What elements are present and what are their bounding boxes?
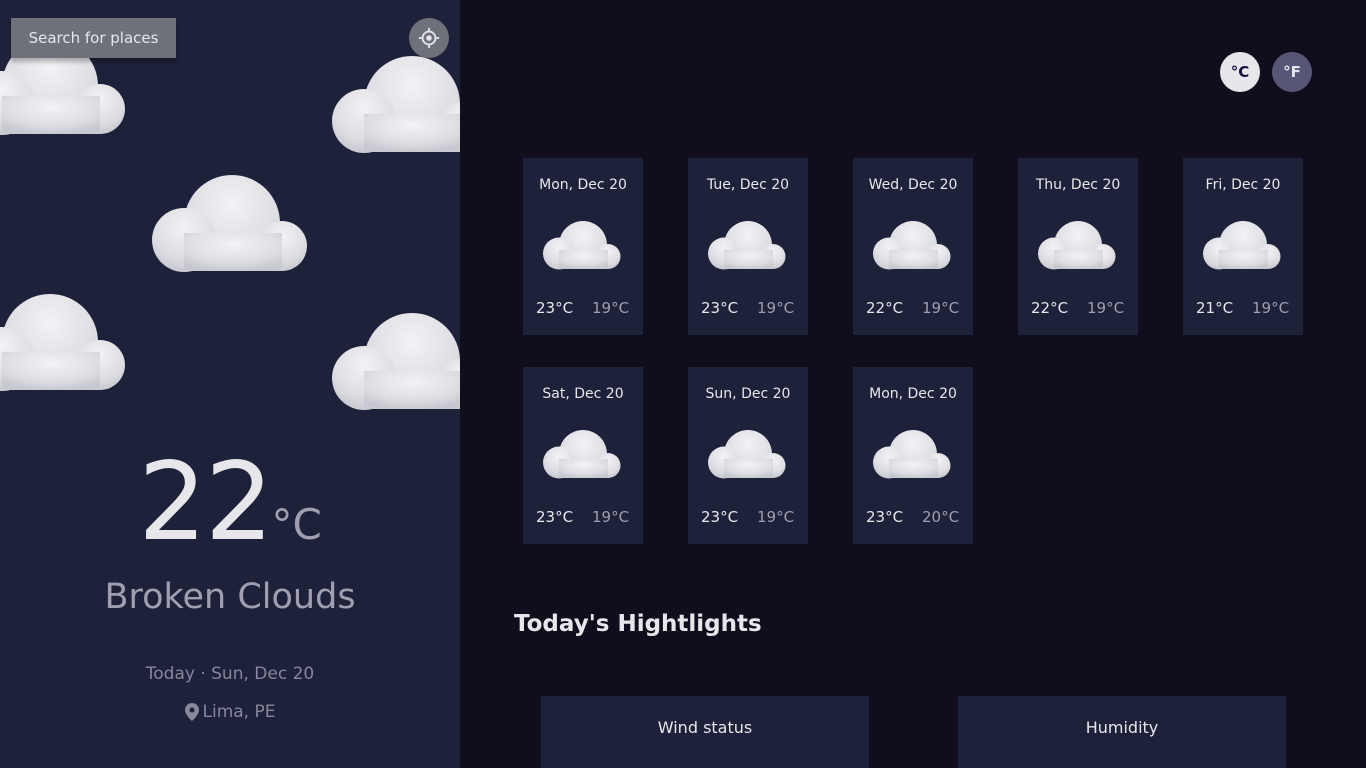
wind-status-label: Wind status	[657, 718, 753, 737]
forecast-day: Fri, Dec 20	[1205, 177, 1281, 193]
crosshair-icon[interactable]	[409, 18, 449, 58]
forecast-max-temp: 23°C	[536, 508, 574, 526]
forecast-card: Sat, Dec 20 23°C 19°C	[523, 367, 643, 544]
forecast-max-temp: 22°C	[866, 299, 904, 317]
humidity-card: Humidity	[958, 696, 1286, 768]
cloud-icon	[873, 429, 953, 479]
forecast-min-temp: 19°C	[592, 508, 630, 526]
forecast-max-temp: 23°C	[701, 508, 739, 526]
cloud-icon	[1203, 220, 1283, 270]
current-temperature: 22°C	[0, 440, 460, 565]
temperature-value: 22	[138, 440, 273, 565]
forecast-card: Thu, Dec 20 22°C 19°C	[1018, 158, 1138, 335]
location: Lima, PE	[0, 702, 460, 722]
fahrenheit-toggle[interactable]: °F	[1272, 52, 1312, 92]
humidity-label: Humidity	[1085, 718, 1159, 737]
cloud-icon	[1038, 220, 1118, 270]
forecast-min-temp: 19°C	[1252, 299, 1290, 317]
forecast-day: Mon, Dec 20	[869, 386, 957, 402]
temperature-unit: °C	[271, 500, 322, 549]
celsius-toggle[interactable]: °C	[1220, 52, 1260, 92]
weather-condition: Broken Clouds	[104, 577, 356, 617]
forecast-max-temp: 23°C	[866, 508, 904, 526]
cloud-icon	[543, 220, 623, 270]
today-label: Today	[145, 664, 195, 684]
forecast-day: Wed, Dec 20	[868, 177, 958, 193]
cloud-icon	[708, 220, 788, 270]
forecast-min-temp: 19°C	[592, 299, 630, 317]
highlights-title: Today's Hightlights	[514, 611, 762, 637]
forecast-card: Sun, Dec 20 23°C 19°C	[688, 367, 808, 544]
map-pin-icon	[184, 703, 199, 721]
location-name: Lima, PE	[202, 702, 276, 722]
forecast-day: Sun, Dec 20	[705, 386, 791, 402]
forecast-max-temp: 23°C	[701, 299, 739, 317]
forecast-min-temp: 20°C	[922, 508, 960, 526]
forecast-day: Sat, Dec 20	[542, 386, 624, 402]
forecast-min-temp: 19°C	[1087, 299, 1125, 317]
forecast-day: Tue, Dec 20	[706, 177, 790, 193]
forecast-min-temp: 19°C	[922, 299, 960, 317]
cloud-icon	[708, 429, 788, 479]
forecast-day: Thu, Dec 20	[1035, 177, 1121, 193]
today-date: Today · Sun, Dec 20	[0, 664, 460, 684]
forecast-max-temp: 21°C	[1196, 299, 1234, 317]
cloud-icon	[873, 220, 953, 270]
forecast-max-temp: 22°C	[1031, 299, 1069, 317]
background-cloud-icon	[332, 54, 460, 154]
forecast-min-temp: 19°C	[757, 299, 795, 317]
wind-status-card: Wind status	[541, 696, 869, 768]
forecast-card: Tue, Dec 20 23°C 19°C	[688, 158, 808, 335]
forecast-card: Mon, Dec 20 23°C 19°C	[523, 158, 643, 335]
forecast-day: Mon, Dec 20	[539, 177, 627, 193]
background-cloud-icon	[0, 292, 130, 392]
forecast-card: Fri, Dec 20 21°C 19°C	[1183, 158, 1303, 335]
forecast-card: Mon, Dec 20 23°C 20°C	[853, 367, 973, 544]
forecast-max-temp: 23°C	[536, 299, 574, 317]
sidebar: Search for places 22°C Broken Clouds Tod…	[0, 0, 460, 768]
cloud-icon	[543, 429, 623, 479]
today-date-value: Sun, Dec 20	[211, 664, 315, 684]
background-cloud-icon	[152, 173, 312, 273]
date-separator: ·	[200, 664, 206, 684]
forecast-min-temp: 19°C	[757, 508, 795, 526]
background-cloud-icon	[332, 311, 460, 411]
search-places-button[interactable]: Search for places	[11, 18, 176, 58]
forecast-card: Wed, Dec 20 22°C 19°C	[853, 158, 973, 335]
